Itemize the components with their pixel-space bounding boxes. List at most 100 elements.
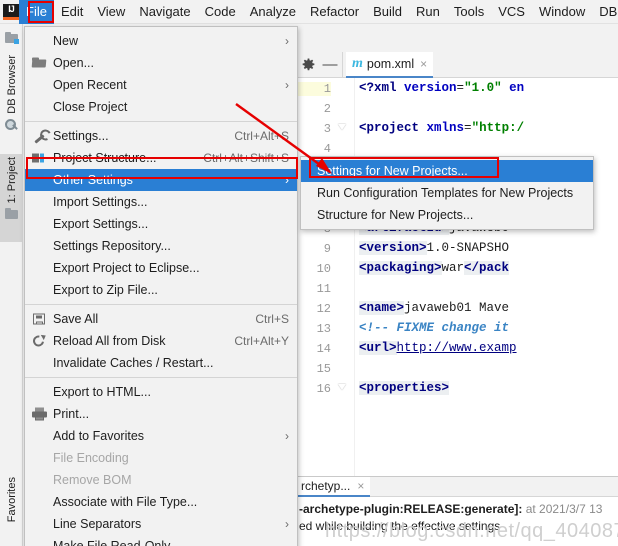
menubar-item-label: View (97, 4, 126, 19)
menu-item-label: Add to Favorites (53, 429, 145, 443)
line-number: 11 (316, 282, 331, 296)
menu-item-label: Export Settings... (53, 217, 149, 231)
editor-tab-pom-xml[interactable]: m pom.xml × (346, 51, 434, 78)
line-number: 2 (323, 102, 331, 116)
editor-gutter: 1 2 3 4 5 6 7 8 9 10 11 12 13 14 15 16 (297, 78, 355, 476)
menubar-item-run[interactable]: Run (409, 0, 447, 24)
code-token-text: war (441, 261, 465, 275)
bottom-tab-archetype[interactable]: rchetyp... × (297, 476, 371, 497)
menu-item-export-to-html[interactable]: Export to HTML... (25, 381, 297, 403)
menu-item-remove-bom: Remove BOM (25, 469, 297, 491)
menu-item-label: File Encoding (53, 451, 129, 465)
menubar-item-analyze[interactable]: Analyze (243, 0, 303, 24)
menu-item-reload-all-from-disk[interactable]: Reload All from Disk Ctrl+Alt+Y (25, 330, 297, 352)
menu-item-open[interactable]: Open... (25, 52, 297, 74)
project-folder-icon[interactable] (2, 28, 21, 46)
close-icon[interactable]: × (420, 57, 427, 71)
menubar-item-db-navigator[interactable]: DB Navigator (592, 0, 618, 24)
menu-item-export-to-zip-file[interactable]: Export to Zip File... (25, 279, 297, 301)
menu-item-label: Project Structure... (53, 151, 157, 165)
menubar-item-build[interactable]: Build (366, 0, 409, 24)
folder-icon (32, 56, 47, 71)
menu-item-close-project[interactable]: Close Project (25, 96, 297, 118)
menu-item-associate-with-file-type[interactable]: Associate with File Type... (25, 491, 297, 513)
submenu-item-label: Structure for New Projects... (317, 208, 474, 222)
close-icon[interactable]: × (357, 479, 364, 493)
menu-item-label: Remove BOM (53, 473, 132, 487)
menu-item-label: Export to Zip File... (53, 283, 158, 297)
output-line: -archetype-plugin:RELEASE:generate]: at … (299, 501, 618, 518)
left-tool-strip: DB Browser 1: Project Favorites (0, 24, 23, 546)
bottom-tabbar: rchetyp... × (297, 476, 618, 497)
output-line: ed while building the effective settings (299, 519, 501, 533)
submenu-item-run-configuration-templates[interactable]: Run Configuration Templates for New Proj… (301, 182, 593, 204)
menu-item-label: Save All (53, 312, 99, 326)
code-token-text: javaweb01 Mave (404, 301, 510, 315)
menu-item-import-settings[interactable]: Import Settings... (25, 191, 297, 213)
menu-item-export-project-to-eclipse[interactable]: Export Project to Eclipse... (25, 257, 297, 279)
sidebar-item-label: DB Browser (5, 55, 18, 114)
printer-icon (32, 407, 47, 422)
menu-item-other-settings[interactable]: Other Settings › (25, 169, 297, 191)
submenu-item-settings-for-new-projects[interactable]: Settings for New Projects... (301, 160, 593, 182)
menubar-item-edit[interactable]: Edit (54, 0, 90, 24)
bottom-output: https://blog.csdn.net/qq_40408712 -arche… (297, 497, 618, 542)
editor-code-area[interactable]: 1 2 3 4 5 6 7 8 9 10 11 12 13 14 15 16 < (297, 78, 618, 476)
menu-item-invalidate-caches-restart[interactable]: Invalidate Caches / Restart... (25, 352, 297, 374)
menubar-item-refactor[interactable]: Refactor (303, 0, 366, 24)
menu-item-shortcut: Ctrl+Alt+Shift+S (203, 151, 289, 165)
chevron-right-icon: › (285, 173, 289, 187)
sidebar-item-db-browser[interactable]: DB Browser (0, 52, 23, 148)
menu-item-label: New (53, 34, 79, 48)
save-icon (32, 312, 47, 327)
menu-item-label: Invalidate Caches / Restart... (53, 356, 214, 370)
menu-item-print[interactable]: Print... (25, 403, 297, 425)
sidebar-item-project[interactable]: 1: Project (0, 154, 23, 242)
submenu-item-structure-for-new-projects[interactable]: Structure for New Projects... (301, 204, 593, 226)
menu-item-make-file-read-only[interactable]: Make File Read-Only (25, 535, 297, 546)
menu-item-line-separators[interactable]: Line Separators › (25, 513, 297, 535)
menubar-item-code[interactable]: Code (198, 0, 243, 24)
menu-item-add-to-favorites[interactable]: Add to Favorites › (25, 425, 297, 447)
menu-item-save-all[interactable]: Save All Ctrl+S (25, 308, 297, 330)
menu-item-shortcut: Ctrl+Alt+S (234, 129, 289, 143)
line-number: 4 (323, 142, 331, 156)
editor-tab-label: pom.xml (366, 56, 415, 71)
menubar-item-navigate[interactable]: Navigate (132, 0, 197, 24)
menubar-item-window[interactable]: Window (532, 0, 592, 24)
sidebar-item-label: Favorites (5, 477, 18, 523)
menu-item-label: Export to HTML... (53, 385, 151, 399)
menubar-item-vcs[interactable]: VCS (491, 0, 532, 24)
line-number: 1 (297, 82, 331, 96)
menubar-item-label: Window (538, 4, 586, 19)
code-fold-toggle[interactable] (338, 124, 347, 133)
editor-panel: — m pom.xml × 1 2 3 4 5 6 7 8 9 10 11 (296, 51, 618, 476)
menubar-item-tools[interactable]: Tools (447, 0, 491, 24)
minimize-icon[interactable]: — (319, 53, 341, 77)
menu-item-open-recent[interactable]: Open Recent › (25, 74, 297, 96)
menubar-item-label: Build (373, 4, 403, 19)
code-token-tag: <packaging> (359, 261, 442, 275)
menubar-item-file[interactable]: File (19, 0, 54, 24)
code-token-link[interactable]: http://www.examp (397, 341, 517, 355)
code-line: <properties> (359, 381, 450, 395)
menubar-item-view[interactable]: View (90, 0, 132, 24)
menu-item-export-settings[interactable]: Export Settings... (25, 213, 297, 235)
line-number: 15 (316, 362, 331, 376)
menu-item-settings-repository[interactable]: Settings Repository... (25, 235, 297, 257)
menu-item-settings[interactable]: Settings... Ctrl+Alt+S (25, 125, 297, 147)
menu-item-label: Line Separators (53, 517, 142, 531)
sidebar-item-favorites[interactable]: Favorites (0, 474, 23, 546)
code-line: <url>http://www.examp (359, 341, 517, 355)
menu-item-project-structure[interactable]: Project Structure... Ctrl+Alt+Shift+S (25, 147, 297, 169)
line-number: 10 (316, 262, 331, 276)
menu-item-label: Close Project (53, 100, 128, 114)
code-token-text: 1.0-SNAPSHO (426, 241, 510, 255)
gear-icon[interactable] (297, 53, 319, 77)
code-fold-toggle[interactable] (338, 384, 347, 393)
maven-m-icon: m (352, 55, 363, 71)
code-line: <!-- FIXME change it (359, 322, 509, 335)
code-line: <?xml version="1.0" en (359, 82, 524, 95)
logo-text: IJ (3, 3, 19, 20)
menu-item-new[interactable]: New › (25, 30, 297, 52)
